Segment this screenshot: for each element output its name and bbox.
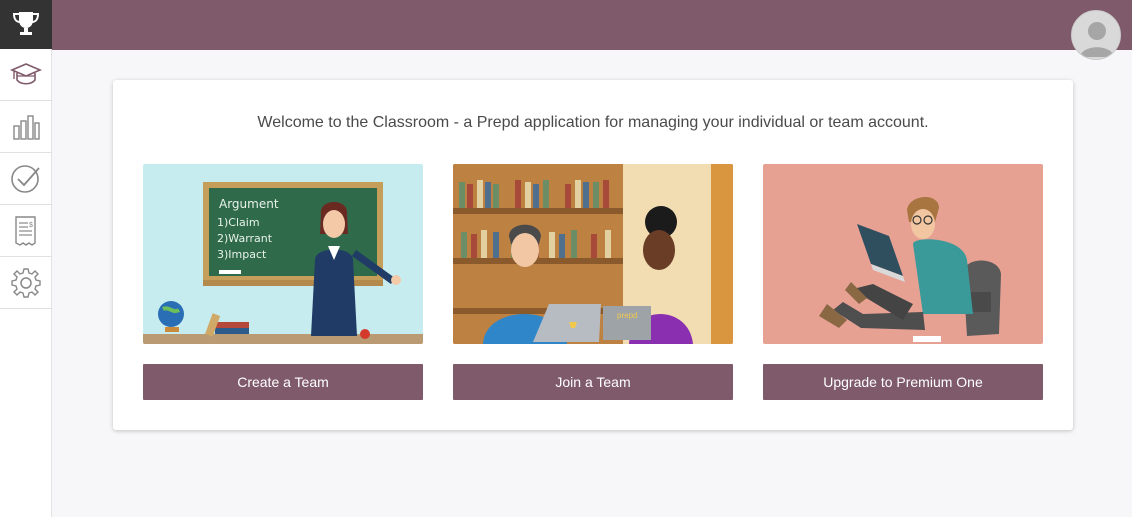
gear-icon xyxy=(10,267,42,299)
chalkboard-line-3: 2)Warrant xyxy=(217,232,273,245)
svg-text:$: $ xyxy=(29,222,33,229)
trophy-icon xyxy=(11,10,41,38)
upgrade-option: Upgrade to Premium One xyxy=(763,164,1043,400)
chalkboard-line-2: 1)Claim xyxy=(217,216,260,229)
chalkboard-line-4: 3)Impact xyxy=(217,248,267,261)
upgrade-premium-button[interactable]: Upgrade to Premium One xyxy=(763,364,1043,400)
sidebar-item-trophy[interactable] xyxy=(0,0,52,49)
bar-chart-icon xyxy=(11,113,41,141)
user-avatar-icon[interactable] xyxy=(1071,10,1121,60)
sidebar-item-tasks[interactable] xyxy=(0,153,52,205)
create-team-option: Argument 1)Claim 2)Warrant 3)Impact Crea… xyxy=(143,164,423,400)
chalkboard-line-1: Argument xyxy=(219,197,279,211)
create-team-button[interactable]: Create a Team xyxy=(143,364,423,400)
join-team-button[interactable]: Join a Team xyxy=(453,364,733,400)
welcome-text: Welcome to the Classroom - a Prepd appli… xyxy=(257,114,929,131)
sidebar: $ xyxy=(0,0,52,517)
graduation-cap-icon xyxy=(9,62,43,88)
students-illustration: prepd xyxy=(453,164,733,344)
sidebar-item-stats[interactable] xyxy=(0,101,52,153)
sidebar-item-settings[interactable] xyxy=(0,257,52,309)
receipt-icon: $ xyxy=(11,215,41,247)
welcome-card: Welcome to the Classroom - a Prepd appli… xyxy=(113,80,1073,430)
sidebar-item-classroom[interactable] xyxy=(0,49,52,101)
sidebar-item-billing[interactable]: $ xyxy=(0,205,52,257)
check-circle-icon xyxy=(10,163,42,195)
join-team-option: prepd Join a Team xyxy=(453,164,733,400)
laptop-label: prepd xyxy=(617,311,637,320)
top-bar xyxy=(52,0,1132,50)
reader-illustration xyxy=(763,164,1043,344)
teacher-illustration: Argument 1)Claim 2)Warrant 3)Impact xyxy=(143,164,423,344)
